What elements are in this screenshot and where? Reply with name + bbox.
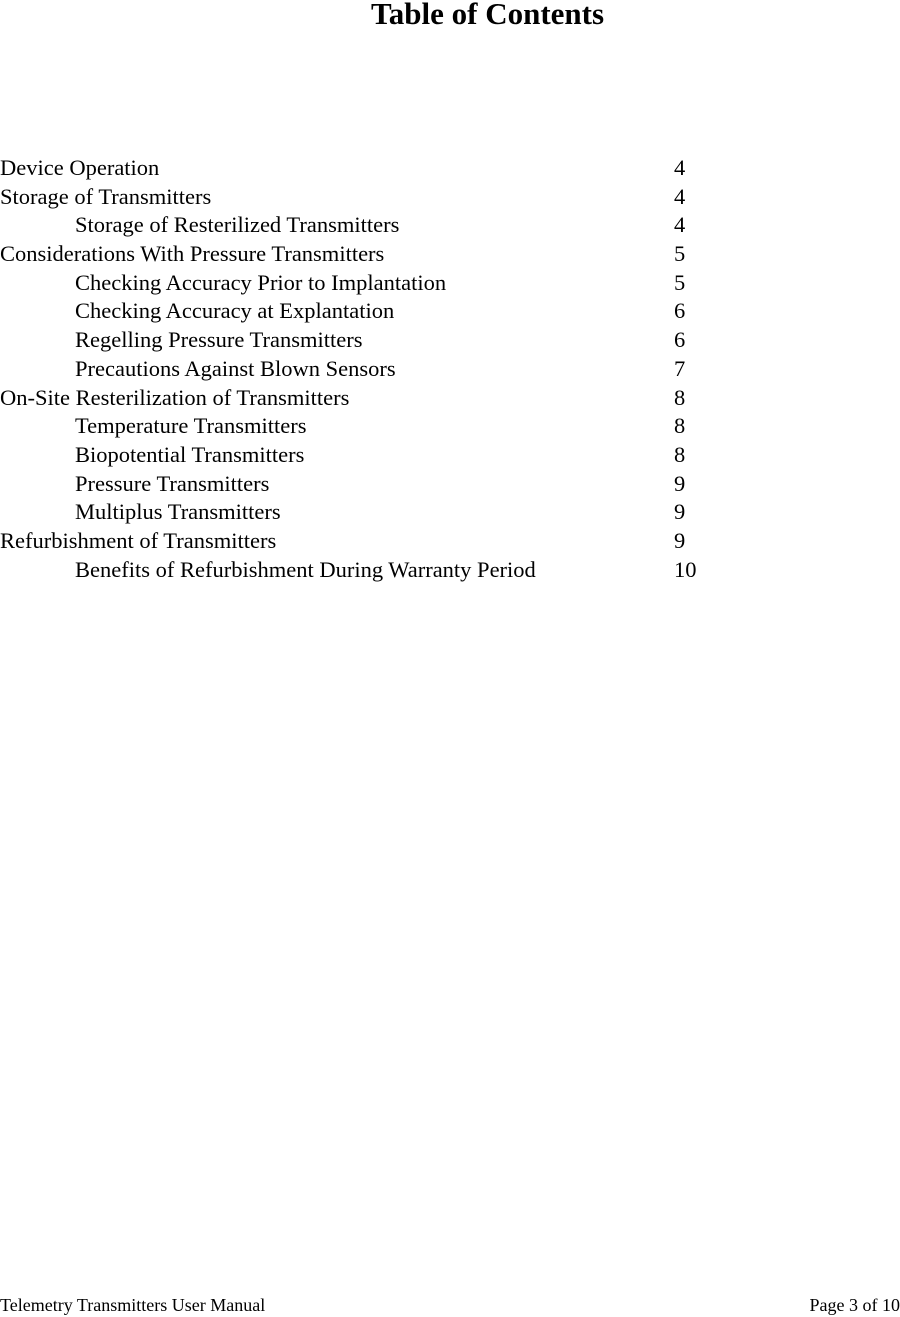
toc-entry[interactable]: Device Operation 4 bbox=[0, 154, 760, 183]
toc-subentry[interactable]: Temperature Transmitters 8 bbox=[0, 412, 760, 441]
toc-entry-label: Device Operation bbox=[0, 155, 160, 180]
toc-subentry[interactable]: Checking Accuracy Prior to Implantation … bbox=[0, 269, 760, 298]
toc-entry-page: 8 bbox=[674, 441, 686, 467]
toc-entry-label: Pressure Transmitters bbox=[75, 470, 270, 496]
toc-subentry[interactable]: Pressure Transmitters 9 bbox=[0, 470, 760, 499]
toc-entry-label: On-Site Resterilization of Transmitters bbox=[0, 384, 350, 410]
toc-entry-page: 5 bbox=[674, 241, 686, 267]
page-title: Table of Contents bbox=[370, 0, 605, 31]
toc-entry-label: Checking Accuracy Prior to Implantation bbox=[75, 269, 447, 295]
toc-entry-page: 4 bbox=[674, 183, 686, 209]
toc-subentry[interactable]: Biopotential Transmitters 8 bbox=[0, 441, 760, 470]
toc-entry-page: 8 bbox=[674, 413, 686, 439]
toc-entry-page: 9 bbox=[674, 499, 686, 525]
toc-entry[interactable]: Storage of Transmitters 4 bbox=[0, 183, 760, 212]
toc-entry-label: Refurbishment of Transmitters bbox=[0, 527, 277, 553]
toc-entry-page: 6 bbox=[674, 327, 686, 353]
toc-entry-label: Temperature Transmitters bbox=[75, 413, 307, 439]
toc-entry-label: Checking Accuracy at Explantation bbox=[75, 298, 395, 324]
toc-subentry[interactable]: Checking Accuracy at Explantation 6 bbox=[0, 297, 760, 326]
toc-subentry[interactable]: Precautions Against Blown Sensors 7 bbox=[0, 355, 760, 384]
toc-subentry[interactable]: Benefits of Refurbishment During Warrant… bbox=[0, 556, 760, 585]
toc-entry-page: 9 bbox=[674, 470, 686, 496]
toc-entry-page: 6 bbox=[674, 298, 686, 324]
toc-subentry[interactable]: Multiplus Transmitters 9 bbox=[0, 498, 760, 527]
toc-entry-label: Multiplus Transmitters bbox=[75, 499, 281, 525]
toc-entry-label: Biopotential Transmitters bbox=[75, 441, 305, 467]
toc-entry-label: Storage of Transmitters bbox=[0, 183, 212, 209]
table-of-contents: Device Operation 4 Storage of Transmitte… bbox=[0, 154, 760, 584]
toc-entry-label: Storage of Resterilized Transmitters bbox=[75, 212, 400, 238]
toc-entry-page: 5 bbox=[674, 269, 686, 295]
toc-entry-page: 4 bbox=[674, 155, 686, 180]
toc-entry-page: 9 bbox=[674, 527, 686, 553]
page-footer: Telemetry Transmitters User Manual Page … bbox=[0, 1293, 900, 1317]
toc-entry-page: 7 bbox=[674, 355, 686, 381]
toc-subentry[interactable]: Storage of Resterilized Transmitters 4 bbox=[0, 211, 760, 240]
toc-entry[interactable]: On-Site Resterilization of Transmitters … bbox=[0, 384, 760, 413]
toc-entry-page: 10 bbox=[674, 556, 697, 582]
toc-entry-label: Regelling Pressure Transmitters bbox=[75, 327, 363, 353]
toc-entry-label: Considerations With Pressure Transmitter… bbox=[0, 241, 385, 267]
footer-page-number: Page 3 of 10 bbox=[809, 1295, 900, 1315]
toc-entry-page: 4 bbox=[674, 212, 686, 238]
footer-document-title: Telemetry Transmitters User Manual bbox=[0, 1295, 266, 1315]
toc-entry-label: Precautions Against Blown Sensors bbox=[75, 355, 396, 381]
toc-subentry[interactable]: Regelling Pressure Transmitters 6 bbox=[0, 326, 760, 355]
toc-entry[interactable]: Refurbishment of Transmitters 9 bbox=[0, 527, 760, 556]
toc-entry-page: 8 bbox=[674, 384, 686, 410]
toc-entry[interactable]: Considerations With Pressure Transmitter… bbox=[0, 240, 760, 269]
toc-entry-label: Benefits of Refurbishment During Warrant… bbox=[75, 556, 536, 582]
